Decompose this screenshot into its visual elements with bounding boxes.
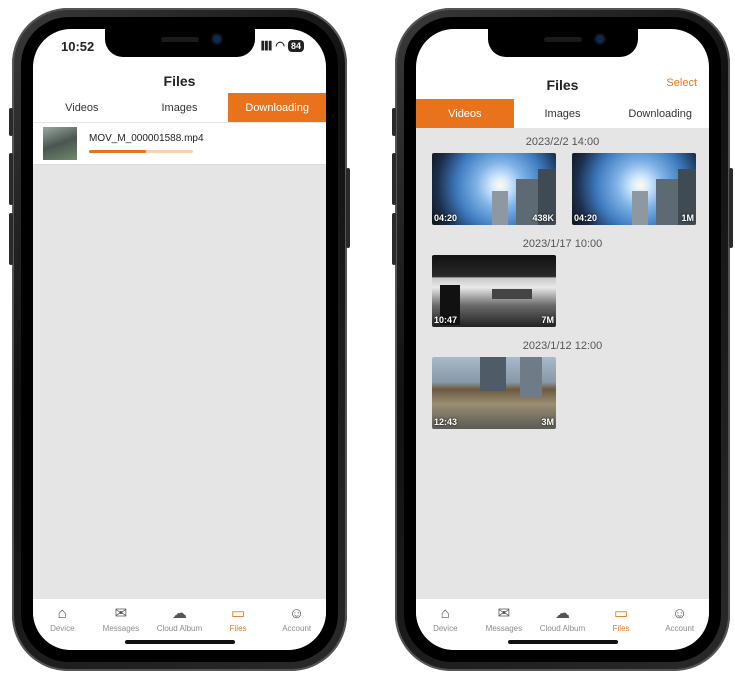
status-time: 10:52: [61, 39, 95, 54]
video-size: 438K: [532, 213, 554, 223]
video-thumbnail[interactable]: 12:43 3M: [432, 357, 556, 429]
file-name: MOV_M_000001588.mp4: [89, 133, 204, 144]
left-screen: 10:52 ▌▌▌ ◠ 84 Files Videos Images Downl…: [33, 29, 326, 650]
date-header: 2023/2/2 14:00: [525, 136, 600, 148]
tabbar-device[interactable]: ⌂ Device: [416, 599, 475, 650]
tab-downloading[interactable]: Downloading: [228, 93, 326, 122]
cloud-upload-icon: ☁: [554, 605, 570, 622]
phone-side-button: [9, 153, 13, 205]
user-icon: ☺: [672, 605, 688, 622]
download-item[interactable]: MOV_M_000001588.mp4: [33, 123, 326, 165]
phone-side-button: [392, 153, 396, 205]
video-thumbnail[interactable]: 04:20 438K: [432, 153, 556, 225]
home-icon: ⌂: [57, 605, 67, 622]
tabbar-label: Account: [282, 624, 312, 633]
tabbar-label: Cloud Album: [539, 624, 586, 633]
tabbar-label: Device: [50, 624, 75, 633]
video-duration: 04:20: [574, 213, 598, 223]
wifi-icon: ◠: [275, 40, 285, 52]
tab-videos[interactable]: Videos: [416, 99, 514, 128]
tab-images[interactable]: Images: [131, 93, 229, 122]
tabbar-label: Files: [612, 624, 630, 633]
right-phone-frame: Files Select Videos Images Downloading 2…: [392, 8, 733, 671]
bottom-tab-bar: ⌂ Device ✉ Messages ☁ Cloud Album ▭ Files ☺ A…: [416, 598, 709, 650]
tab-videos[interactable]: Videos: [33, 93, 131, 122]
battery-icon: 84: [287, 39, 304, 52]
phone-side-button: [346, 168, 350, 248]
phone-side-button: [9, 213, 13, 265]
tab-downloading[interactable]: Downloading: [611, 99, 709, 128]
bottom-tab-bar: ⌂ Device ✉ Messages ☁ Cloud Album ▭ Files ☺ A…: [33, 598, 326, 650]
video-size: 1M: [681, 213, 694, 223]
tab-bar: Videos Images Downloading: [33, 93, 326, 123]
tabbar-label: Files: [229, 624, 247, 633]
tabbar-account[interactable]: ☺ Account: [650, 599, 709, 650]
home-indicator[interactable]: [124, 640, 235, 644]
video-list: 2023/2/2 14:00 04:20 438K 04:20 1M 2023/…: [416, 129, 709, 598]
envelope-icon: ✉: [114, 605, 128, 622]
folder-icon: ▭: [613, 605, 629, 622]
tabbar-label: Messages: [102, 624, 140, 633]
date-header: 2023/1/12 12:00: [522, 340, 603, 352]
date-header: 2023/1/17 10:00: [522, 238, 603, 250]
right-screen: Files Select Videos Images Downloading 2…: [416, 29, 709, 650]
tabbar-label: Account: [665, 624, 695, 633]
video-duration: 04:20: [434, 213, 458, 223]
tabbar-account[interactable]: ☺ Account: [267, 599, 326, 650]
tabbar-label: Messages: [485, 624, 523, 633]
phone-side-button: [392, 213, 396, 265]
notch: [487, 29, 638, 57]
download-progress-fill: [89, 150, 147, 153]
envelope-icon: ✉: [497, 605, 511, 622]
phone-side-button: [392, 108, 396, 136]
tab-images[interactable]: Images: [514, 99, 612, 128]
video-thumbnail[interactable]: 10:47 7M: [432, 255, 556, 327]
select-button[interactable]: Select: [666, 77, 697, 89]
video-size: 3M: [541, 417, 554, 427]
phone-side-button: [9, 108, 13, 136]
video-duration: 12:43: [434, 417, 458, 427]
page-title: Files: [163, 73, 196, 89]
tabbar-label: Device: [433, 624, 458, 633]
left-phone-frame: 10:52 ▌▌▌ ◠ 84 Files Videos Images Downl…: [9, 8, 350, 671]
video-duration: 10:47: [434, 315, 458, 325]
page-title: Files: [546, 77, 579, 93]
tabbar-label: Cloud Album: [156, 624, 203, 633]
phone-side-button: [729, 168, 733, 248]
tabbar-device[interactable]: ⌂ Device: [33, 599, 92, 650]
cloud-upload-icon: ☁: [171, 605, 187, 622]
user-icon: ☺: [289, 605, 305, 622]
folder-icon: ▭: [230, 605, 246, 622]
home-icon: ⌂: [440, 605, 450, 622]
video-size: 7M: [541, 315, 554, 325]
download-list: MOV_M_000001588.mp4: [33, 123, 326, 598]
home-indicator[interactable]: [507, 640, 618, 644]
download-progress-bar: [89, 150, 193, 153]
tab-bar: Videos Images Downloading: [416, 99, 709, 129]
signal-icon: ▌▌▌: [261, 41, 274, 50]
video-thumbnail[interactable]: 04:20 1M: [572, 153, 696, 225]
notch: [104, 29, 255, 57]
video-thumbnail: [43, 127, 77, 160]
